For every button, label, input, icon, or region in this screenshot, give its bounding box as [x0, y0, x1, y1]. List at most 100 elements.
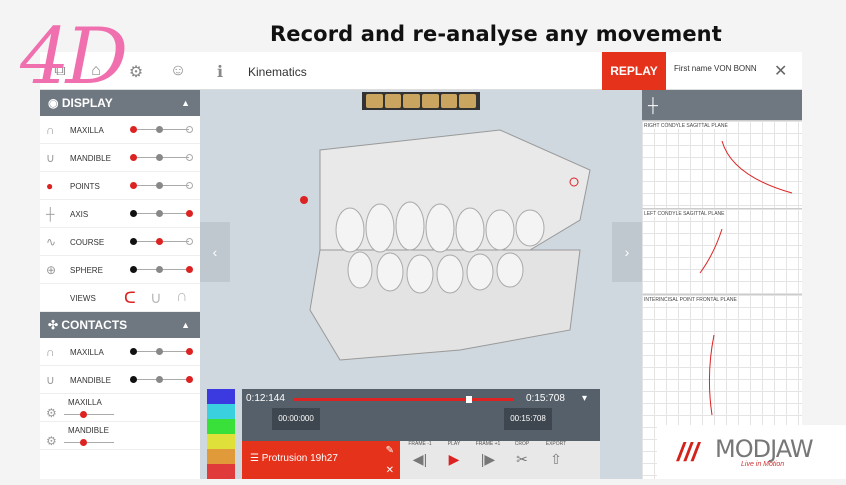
- export-button[interactable]: EXPORT ⇧: [540, 441, 572, 479]
- visibility-dot[interactable]: [186, 376, 193, 383]
- recording-name: Protrusion 19h27: [261, 453, 338, 464]
- crop-in-time[interactable]: 00:00:000: [272, 408, 320, 430]
- contacts-row-mandible-slider[interactable]: MANDIBLE ⚙: [40, 422, 200, 450]
- contacts-row-maxilla[interactable]: ∩ MAXILLA: [40, 338, 200, 366]
- visibility-dot[interactable]: [156, 376, 163, 383]
- maxilla-icon: ∩: [46, 123, 55, 137]
- timeline-track[interactable]: [294, 398, 514, 401]
- settings-icon[interactable]: ⚙: [126, 62, 146, 82]
- visibility-dot[interactable]: [156, 348, 163, 355]
- visibility-dot[interactable]: [156, 266, 163, 273]
- trajectory-right: [721, 140, 793, 194]
- patient-name: First name VON BONN: [674, 64, 757, 73]
- plane-label: RIGHT CONDYLE SAGITTAL PLANE: [644, 123, 728, 129]
- mandible-icon: ∪: [46, 373, 55, 387]
- crop-button[interactable]: CROP ✂: [506, 441, 538, 479]
- view-toolbar[interactable]: [362, 92, 480, 110]
- visibility-dot[interactable]: [156, 238, 163, 245]
- visibility-dot[interactable]: [156, 182, 163, 189]
- contacts-header[interactable]: ✣ CONTACTS ▲: [40, 312, 200, 338]
- button-label: PLAY: [447, 441, 461, 447]
- row-label: MAXILLA: [68, 398, 102, 407]
- visibility-dot[interactable]: [130, 154, 137, 161]
- module-title: Kinematics: [248, 65, 307, 79]
- left-condyle-plane: LEFT CONDYLE SAGITTAL PLANE: [642, 208, 802, 294]
- info-icon[interactable]: ℹ: [210, 62, 230, 82]
- display-row-sphere[interactable]: ⊕ SPHERE: [40, 256, 200, 284]
- visibility-dot[interactable]: [186, 154, 193, 161]
- display-row-maxilla[interactable]: ∩ MAXILLA: [40, 116, 200, 144]
- timeline-end: 0:15:708: [526, 393, 565, 404]
- user-icon[interactable]: ☺: [168, 62, 188, 82]
- visibility-dot[interactable]: [186, 266, 193, 273]
- display-row-course[interactable]: ∿ COURSE: [40, 228, 200, 256]
- crop-out-time[interactable]: 00:15:708: [504, 408, 552, 430]
- slide-title: Record and re-analyse any movement: [270, 22, 722, 46]
- scissors-icon: ✂: [516, 451, 528, 467]
- prev-view-button[interactable]: ‹: [200, 222, 230, 282]
- step-back-icon: ◀|: [412, 451, 428, 467]
- timeline-dropdown-icon[interactable]: ▾: [582, 393, 587, 404]
- delete-icon[interactable]: ✕: [386, 465, 394, 476]
- row-label: AXIS: [70, 210, 89, 219]
- visibility-dot[interactable]: [156, 210, 163, 217]
- visibility-dot[interactable]: [156, 154, 163, 161]
- 3d-viewport[interactable]: ‹ ›: [200, 90, 642, 440]
- frame-forward-button[interactable]: FRAME +1 |▶: [472, 441, 504, 479]
- view-right-icon[interactable]: ᑕ: [124, 288, 136, 308]
- playback-controls: ☰ Protrusion 19h27 ✎ ✕ FRAME -1 ◀| PLAY ▶ FR…: [242, 441, 600, 479]
- visibility-dot[interactable]: [130, 238, 137, 245]
- crosshair-icon[interactable]: ┼: [648, 97, 658, 113]
- edit-icon[interactable]: ✎: [386, 445, 394, 456]
- modjaw-logo: /// MODJAW Live in Motion: [657, 425, 846, 479]
- close-icon[interactable]: ✕: [774, 61, 787, 81]
- recording-selector[interactable]: ☰ Protrusion 19h27 ✎ ✕: [242, 441, 400, 479]
- visibility-dot[interactable]: [186, 210, 193, 217]
- points-icon: ●: [46, 179, 54, 193]
- play-icon: ▶: [448, 451, 460, 467]
- visibility-dot[interactable]: [156, 126, 163, 133]
- replay-button[interactable]: REPLAY: [602, 52, 666, 90]
- right-condyle-plane: RIGHT CONDYLE SAGITTAL PLANE: [642, 120, 802, 208]
- visibility-dot[interactable]: [130, 210, 137, 217]
- contacts-row-mandible[interactable]: ∪ MANDIBLE: [40, 366, 200, 394]
- visibility-dot[interactable]: [186, 126, 193, 133]
- visibility-dot[interactable]: [130, 182, 137, 189]
- display-row-axis[interactable]: ┼ AXIS: [40, 200, 200, 228]
- display-row-mandible[interactable]: ∪ MANDIBLE: [40, 144, 200, 172]
- button-label: EXPORT: [545, 441, 567, 447]
- visibility-dot[interactable]: [130, 126, 137, 133]
- visibility-dot[interactable]: [186, 238, 193, 245]
- contacts-row-maxilla-slider[interactable]: MAXILLA ⚙: [40, 394, 200, 422]
- frame-back-button[interactable]: FRAME -1 ◀|: [404, 441, 436, 479]
- contact-color-scale: [207, 389, 235, 479]
- visibility-dot[interactable]: [186, 348, 193, 355]
- visibility-dot[interactable]: [130, 266, 137, 273]
- settings-icon[interactable]: ⚙: [46, 434, 57, 448]
- display-row-points[interactable]: ● POINTS: [40, 172, 200, 200]
- visibility-dot[interactable]: [130, 348, 137, 355]
- settings-icon[interactable]: ⚙: [46, 406, 57, 420]
- timeline-handle[interactable]: [466, 396, 472, 403]
- top-bar: ⧉ ⌂ ⚙ ☺ ℹ Kinematics REPLAY First name V…: [40, 52, 802, 90]
- 4d-badge: 4D: [20, 12, 128, 102]
- visibility-dot[interactable]: [130, 376, 137, 383]
- sphere-icon: ⊕: [46, 263, 57, 277]
- slider-handle[interactable]: [80, 411, 87, 418]
- row-label: MANDIBLE: [68, 426, 109, 435]
- display-row-views[interactable]: VIEWS ᑕ ∪ ∩: [40, 284, 200, 312]
- next-view-button[interactable]: ›: [612, 222, 642, 282]
- plane-label: LEFT CONDYLE SAGITTAL PLANE: [644, 211, 725, 217]
- collapse-icon[interactable]: ▲: [181, 90, 190, 116]
- collapse-icon[interactable]: ▲: [181, 312, 190, 338]
- plane-label: INTERINCISAL POINT FRONTAL PLANE: [644, 297, 737, 303]
- timeline-panel[interactable]: 0:12:144 0:15:708 ▾ 00:00:000 00:15:708: [242, 389, 600, 441]
- visibility-dot[interactable]: [186, 182, 193, 189]
- play-button[interactable]: PLAY ▶: [438, 441, 470, 479]
- view-top-icon[interactable]: ∩: [176, 288, 188, 306]
- export-icon: ⇧: [550, 451, 562, 467]
- teeth-model: [300, 129, 591, 361]
- brand-tagline: Live in Motion: [741, 461, 785, 468]
- view-front-icon[interactable]: ∪: [150, 288, 162, 308]
- slider-handle[interactable]: [80, 439, 87, 446]
